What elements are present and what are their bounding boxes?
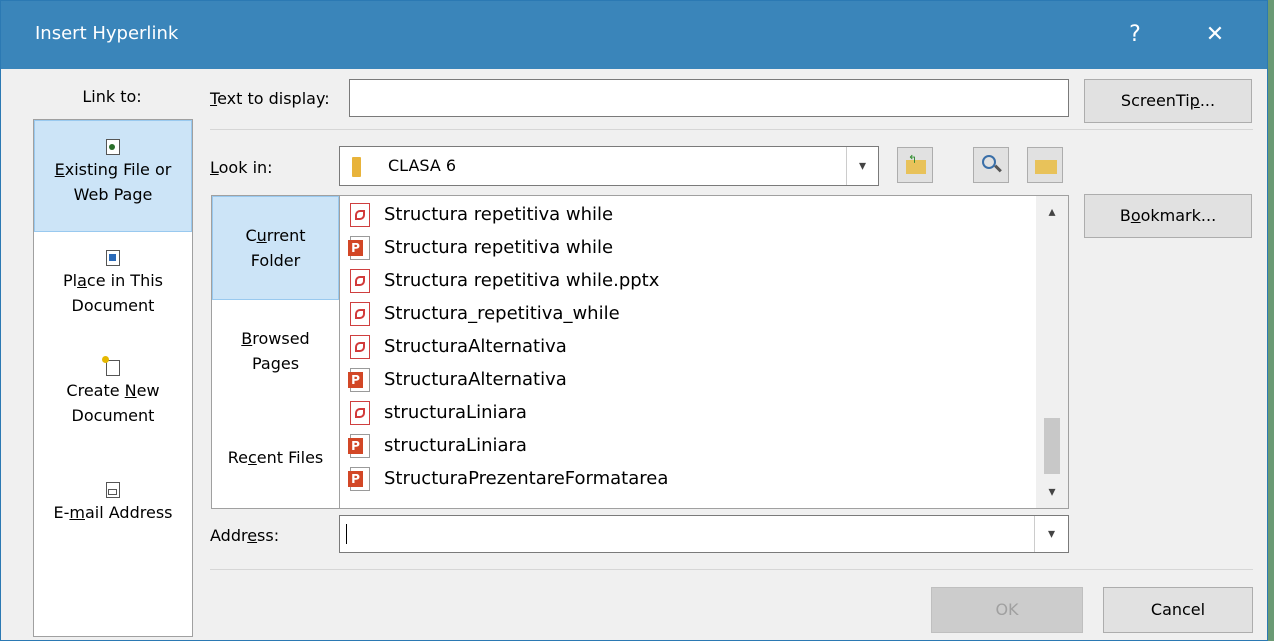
file-list-scrollbar[interactable]: ▴ ▾: [1036, 196, 1068, 508]
file-item[interactable]: Structura repetitiva while: [350, 198, 613, 231]
powerpoint-file-icon: [348, 236, 370, 260]
chevron-down-icon[interactable]: ▾: [846, 147, 878, 185]
look-in-value: CLASA 6: [388, 156, 457, 175]
pdf-file-icon: [350, 203, 370, 227]
pdf-file-icon: [350, 335, 370, 359]
link-create-line1: Create New: [66, 381, 160, 400]
scroll-down-icon[interactable]: ▾: [1036, 480, 1068, 504]
look-in-dropdown[interactable]: CLASA 6 ▾: [339, 146, 879, 186]
link-place-in-document[interactable]: Place in This Document: [34, 250, 192, 340]
address-label: Address:: [210, 526, 280, 545]
file-item[interactable]: Structura repetitiva while.pptx: [350, 264, 659, 297]
close-button[interactable]: ✕: [1193, 17, 1237, 53]
title-bar: Insert Hyperlink ? ✕: [1, 1, 1267, 69]
chevron-down-icon[interactable]: ▾: [1034, 516, 1068, 552]
screentip-button[interactable]: ScreenTip...: [1084, 79, 1252, 123]
file-name: StructuraAlternativa: [384, 369, 567, 390]
help-button[interactable]: ?: [1113, 17, 1157, 53]
file-item[interactable]: structuraLiniara: [350, 396, 527, 429]
link-create-new-document[interactable]: Create New Document: [34, 356, 192, 450]
file-item[interactable]: structuraLiniara: [348, 429, 527, 462]
link-existing-file-line2: Web Page: [73, 185, 153, 204]
email-icon: [106, 482, 120, 498]
powerpoint-file-icon: [348, 434, 370, 458]
bookmark-button[interactable]: Bookmark...: [1084, 194, 1252, 238]
source-recent-line1: Recent Files: [227, 448, 324, 467]
file-name: structuraLiniara: [384, 435, 527, 456]
source-current-folder[interactable]: Current Folder: [212, 196, 339, 300]
pdf-file-icon: [350, 302, 370, 326]
address-input[interactable]: ▾: [339, 515, 1069, 553]
source-current-line1: Current: [245, 226, 306, 245]
existing-file-icon: [106, 139, 120, 155]
file-name: structuraLiniara: [384, 402, 527, 423]
file-item[interactable]: StructuraAlternativa: [348, 363, 567, 396]
ok-button[interactable]: OK: [931, 587, 1083, 633]
new-document-icon: [102, 356, 120, 376]
file-name: Structura repetitiva while: [384, 237, 614, 258]
link-email-line1: E-mail Address: [53, 503, 173, 522]
cancel-button[interactable]: Cancel: [1103, 587, 1253, 633]
scrollbar-thumb[interactable]: [1044, 418, 1060, 474]
place-in-document-icon: [106, 250, 120, 266]
link-create-line2: Document: [71, 406, 155, 425]
link-email-address[interactable]: E-mail Address: [34, 482, 192, 542]
source-current-line2: Folder: [250, 251, 301, 270]
file-name: Structura_repetitiva_while: [384, 303, 620, 324]
folder-icon: [352, 157, 361, 177]
link-place-line2: Document: [71, 296, 155, 315]
source-panel: Current Folder Browsed Pages Recent File…: [211, 195, 340, 509]
link-to-panel: Existing File or Web Page Place in This …: [33, 119, 193, 637]
dialog-title: Insert Hyperlink: [35, 23, 179, 44]
source-browsed-line2: Pages: [251, 354, 300, 373]
file-name: StructuraPrezentareFormatarea: [384, 468, 669, 489]
link-to-label: Link to:: [82, 87, 142, 106]
file-name: StructuraAlternativa: [384, 336, 567, 357]
file-item[interactable]: Structura repetitiva while: [348, 231, 614, 264]
look-in-label: Look in:: [210, 158, 273, 177]
pdf-file-icon: [350, 401, 370, 425]
link-place-line1: Place in This: [63, 271, 163, 290]
link-existing-file-line1: Existing File or: [54, 160, 172, 179]
text-to-display-label: Text to display:: [210, 89, 330, 108]
pdf-file-icon: [350, 269, 370, 293]
file-item[interactable]: Structura_repetitiva_while: [350, 297, 620, 330]
file-item[interactable]: StructuraAlternativa: [350, 330, 567, 363]
browse-web-icon[interactable]: [973, 147, 1009, 183]
insert-hyperlink-dialog: Insert Hyperlink ? ✕ Link to: Existing F…: [0, 0, 1268, 641]
separator-bottom: [210, 569, 1253, 570]
link-existing-file[interactable]: Existing File or Web Page: [34, 120, 192, 232]
source-browsed-line1: Browsed: [241, 329, 310, 348]
file-list[interactable]: Structura repetitiva while Structura rep…: [339, 195, 1069, 509]
text-cursor: [346, 524, 347, 544]
source-recent-files[interactable]: Recent Files: [212, 445, 339, 475]
file-name: Structura repetitiva while: [384, 204, 614, 225]
separator-top: [210, 129, 1253, 130]
text-to-display-input[interactable]: [349, 79, 1069, 117]
source-browsed-pages[interactable]: Browsed Pages: [212, 326, 339, 386]
file-item[interactable]: StructuraPrezentareFormatarea: [348, 462, 669, 495]
scroll-up-icon[interactable]: ▴: [1036, 200, 1068, 224]
up-folder-icon[interactable]: ↰: [897, 147, 933, 183]
browse-file-icon[interactable]: [1027, 147, 1063, 183]
powerpoint-file-icon: [348, 467, 370, 491]
powerpoint-file-icon: [348, 368, 370, 392]
file-name: Structura repetitiva while.pptx: [384, 270, 660, 291]
